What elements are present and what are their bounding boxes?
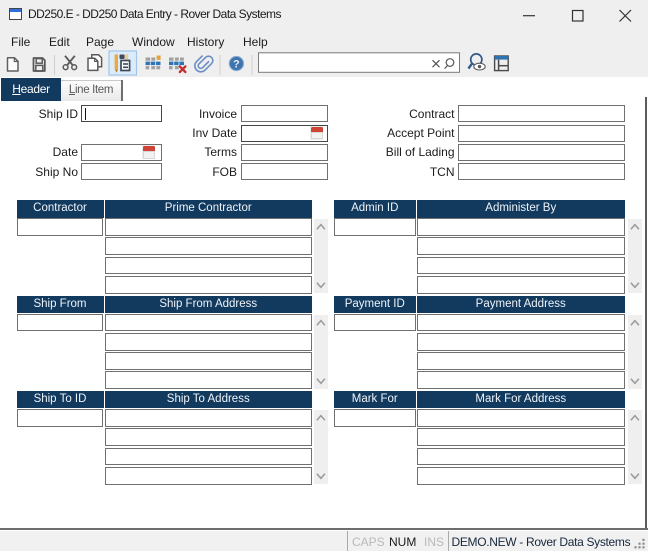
svg-text:?: ?: [233, 59, 240, 71]
